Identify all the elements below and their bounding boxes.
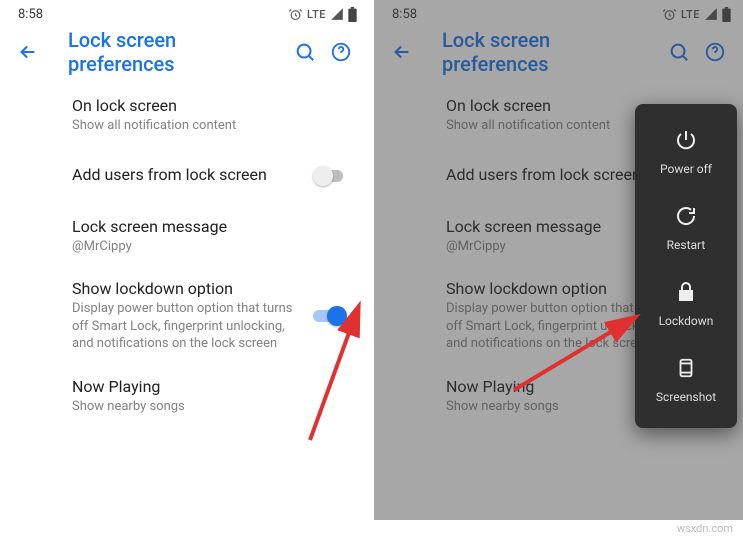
- help-button[interactable]: [323, 34, 359, 70]
- setting-title: Lock screen message: [72, 217, 337, 236]
- setting-subtitle: Show all notification content: [72, 117, 337, 135]
- arrow-back-icon: [391, 41, 413, 63]
- power-menu-lockdown[interactable]: Lockdown: [635, 266, 737, 342]
- signal-icon: [704, 7, 718, 21]
- status-bar: 8:58 LTE: [374, 0, 743, 28]
- battery-icon: [348, 7, 357, 22]
- status-right: LTE: [662, 7, 731, 22]
- phone-left: 8:58 LTE Lock screen preferences: [0, 0, 369, 520]
- power-menu-label: Screenshot: [656, 390, 716, 404]
- help-icon: [704, 41, 726, 63]
- app-bar: Lock screen preferences: [0, 28, 369, 76]
- search-button[interactable]: [661, 34, 697, 70]
- setting-on-lock-screen[interactable]: On lock screen Show all notification con…: [0, 84, 369, 147]
- help-icon: [330, 41, 352, 63]
- toggle-show-lockdown[interactable]: [313, 307, 347, 325]
- power-menu-restart[interactable]: Restart: [635, 190, 737, 266]
- arrow-back-icon: [17, 41, 39, 63]
- lock-icon: [672, 278, 700, 306]
- setting-show-lockdown[interactable]: Show lockdown option Display power butto…: [0, 267, 369, 365]
- status-right: LTE: [288, 7, 357, 22]
- battery-icon: [722, 7, 731, 22]
- lte-label: LTE: [307, 8, 326, 21]
- setting-add-users[interactable]: Add users from lock screen: [0, 147, 369, 205]
- back-button[interactable]: [10, 34, 46, 70]
- search-icon: [668, 41, 690, 63]
- page-title: Lock screen preferences: [68, 28, 287, 76]
- setting-now-playing[interactable]: Now Playing Show nearby songs: [0, 365, 369, 428]
- app-bar: Lock screen preferences: [374, 28, 743, 76]
- toggle-add-users[interactable]: [313, 167, 347, 185]
- back-button[interactable]: [384, 34, 420, 70]
- restart-icon: [672, 202, 700, 230]
- search-icon: [294, 41, 316, 63]
- phone-right: 8:58 LTE Lock screen preferences: [374, 0, 743, 520]
- setting-title: On lock screen: [72, 96, 337, 115]
- page-title: Lock screen preferences: [442, 28, 661, 76]
- status-time: 8:58: [18, 7, 43, 22]
- power-menu-power-off[interactable]: Power off: [635, 114, 737, 190]
- setting-subtitle: Display power button option that turns o…: [72, 300, 303, 353]
- power-menu-screenshot[interactable]: Screenshot: [635, 342, 737, 418]
- power-menu-label: Lockdown: [659, 314, 714, 328]
- signal-icon: [330, 7, 344, 21]
- search-button[interactable]: [287, 34, 323, 70]
- help-button[interactable]: [697, 34, 733, 70]
- watermark: wsxdn.com: [677, 522, 733, 535]
- setting-subtitle: Show nearby songs: [72, 398, 337, 416]
- power-menu-label: Power off: [660, 162, 712, 176]
- setting-subtitle: @MrCippy: [72, 238, 337, 256]
- screenshot-icon: [672, 354, 700, 382]
- alarm-icon: [288, 7, 303, 22]
- power-icon: [672, 126, 700, 154]
- setting-title: Now Playing: [72, 377, 337, 396]
- setting-lock-message[interactable]: Lock screen message @MrCippy: [0, 205, 369, 268]
- settings-list: On lock screen Show all notification con…: [0, 76, 369, 427]
- alarm-icon: [662, 7, 677, 22]
- power-menu-label: Restart: [667, 238, 706, 252]
- status-bar: 8:58 LTE: [0, 0, 369, 28]
- lte-label: LTE: [681, 8, 700, 21]
- status-time: 8:58: [392, 7, 417, 22]
- setting-title: Show lockdown option: [72, 279, 303, 298]
- power-menu: Power off Restart Lockdown Screenshot: [635, 104, 737, 428]
- setting-title: Add users from lock screen: [72, 165, 303, 184]
